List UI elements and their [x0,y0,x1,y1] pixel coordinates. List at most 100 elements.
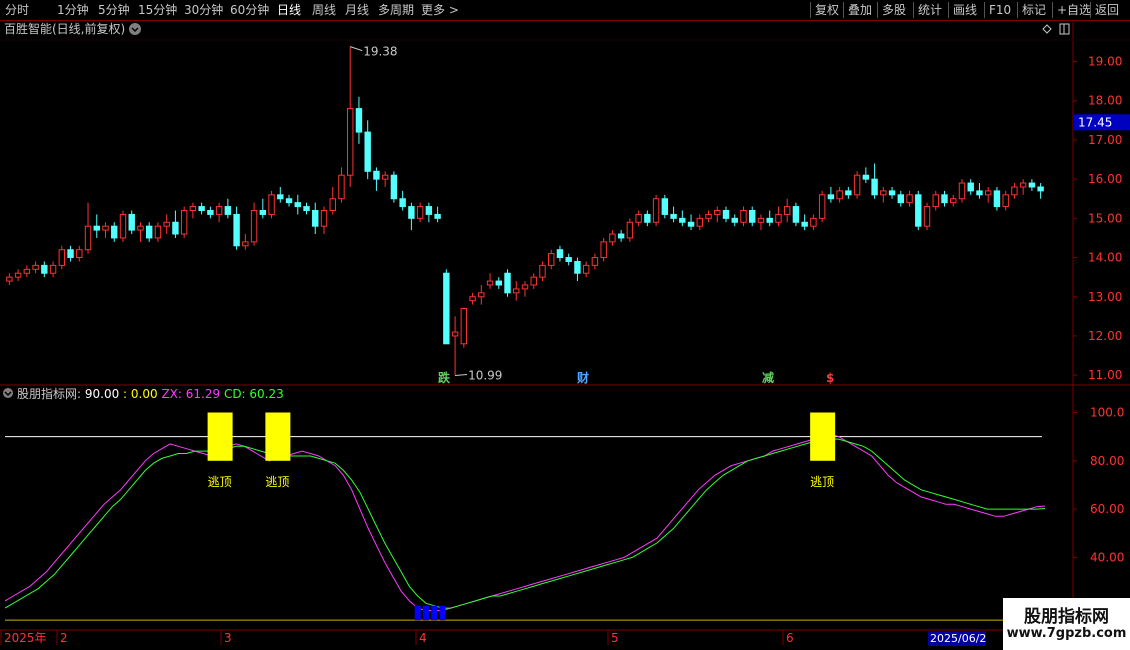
chart-area: 19.38 10.99 19.00 18.00 17.00 16.00 15.00 14.00… [0,21,1130,646]
candle-body [58,249,66,266]
candle-body [364,131,371,172]
candle-body [93,225,100,231]
event-marker-3[interactable]: $ [826,371,834,385]
indicator-dropdown-icon[interactable] [3,388,13,398]
price-tick-label: 16.00 [1088,172,1122,186]
candle-body [128,213,135,231]
candle-body [425,206,433,215]
candle-body [984,190,992,196]
candle-body [574,260,581,274]
candle-body [556,249,564,259]
candle-body [1002,194,1009,208]
candle-body [950,198,957,204]
candle-body [242,241,249,247]
candle-body [312,210,319,227]
candle-body [478,292,485,298]
high-price-label: 19.38 [363,45,397,59]
indicator-tick-label: 100.0 [1090,405,1124,419]
current-price-label: 17.45 [1078,115,1112,129]
top-signal-block [265,412,291,461]
candle-body [530,276,537,286]
xaxis-label: 2025年 [4,631,47,645]
candle-body [565,257,572,262]
indicator-header-part: : [77,387,85,401]
candle-body [705,213,712,219]
xaxis-label: 3 [224,631,232,645]
bottom-signal-bar [414,605,421,621]
candle-body [626,221,634,239]
indicator-header-part: ZX: 61.29 [161,387,220,401]
price-tick-label: 18.00 [1088,94,1122,108]
candle-body [740,210,747,223]
candle-body [513,288,520,294]
candle-body [880,190,887,196]
top-signal-block [207,412,233,461]
candle-body [416,206,424,219]
candle-body [504,272,511,294]
price-tick-label: 17.00 [1088,133,1122,147]
price-tick-label: 12.00 [1088,329,1122,343]
title-dropdown-icon[interactable] [129,23,141,35]
candle-body [154,225,162,239]
candle-body [722,210,730,219]
candle-body [810,217,817,227]
price-tick-label: 15.00 [1088,211,1122,225]
candle-body [1028,182,1036,188]
candle-body [888,190,896,196]
candle-body [6,276,13,282]
candle-body [644,213,651,223]
candle-body [443,272,450,345]
candle-body [67,249,74,259]
high-marker-line [350,46,363,52]
candle-body [679,217,686,223]
candle-body [862,174,870,180]
candle-body [399,198,406,208]
bottom-signal-bar [422,605,429,621]
candle-body [434,213,441,219]
bottom-signal-bar [431,605,438,621]
xaxis-label: 5 [611,631,619,645]
candle-body [687,221,695,227]
indicator-header-part: 股朋指标网 [17,386,77,401]
event-marker-2[interactable]: 减 [762,370,774,385]
watermark-line1: 股朋指标网 [1024,607,1109,627]
candle-body [652,198,660,223]
indicator-header: 股朋指标网: 90.00 : 0.00 ZX: 61.29 CD: 60.23 [17,386,284,401]
candle-body [102,225,109,231]
candle-body [119,213,127,239]
candle-body [609,233,616,243]
candle-body [41,264,48,274]
candle-body [460,308,468,345]
candle-body [591,257,599,266]
candle-body [329,198,336,211]
candle-body [198,206,205,211]
candle-body [495,280,502,286]
candle-body [696,217,703,227]
main-chart-title: 百胜智能(日线,前复权) [4,21,125,36]
event-marker-1[interactable]: 财 [576,370,589,385]
candle-body [373,170,380,180]
top-signal-block [810,412,836,461]
candle-body [915,194,922,227]
candle-body [180,210,188,235]
candle-body [137,225,144,231]
price-tick-label: 13.00 [1088,290,1122,304]
low-marker-line [455,374,468,377]
candle-body [1037,186,1044,192]
candle-body [853,174,861,196]
indicator-line-cd [4,438,1046,609]
candle-body [303,206,310,211]
diamond-icon[interactable] [1042,24,1052,34]
candle-body [714,210,721,215]
event-marker-0[interactable]: 跌 [438,370,451,385]
candle-body [783,206,791,215]
candle-body [268,194,275,215]
candle-body [1011,186,1018,196]
candle-body [801,221,808,227]
indicator-header-part: CD: 60.23 [224,387,284,401]
candle-body [757,217,765,223]
candle-body [250,210,258,243]
candle-body [338,174,345,200]
watermark: 股朋指标网 www.7gpzb.com [1003,598,1130,650]
candle-body [827,194,835,200]
